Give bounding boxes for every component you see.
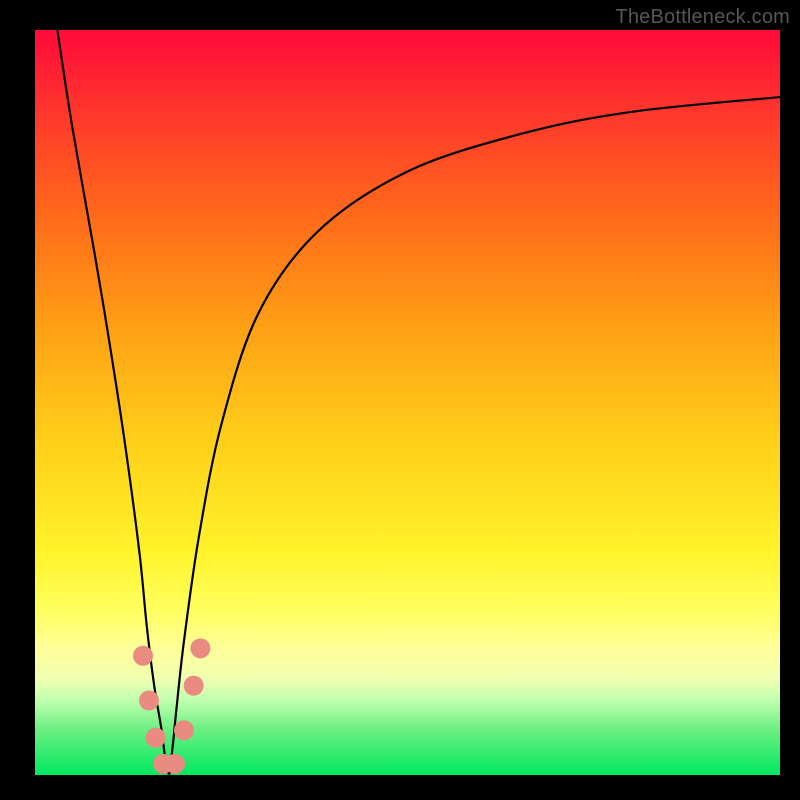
chart-frame: TheBottleneck.com bbox=[0, 0, 800, 800]
marker-dot bbox=[133, 646, 153, 666]
curve-right-branch bbox=[169, 97, 780, 775]
marker-dot bbox=[174, 720, 194, 740]
marker-dot bbox=[146, 728, 166, 748]
marker-dot bbox=[190, 638, 210, 658]
watermark-text: TheBottleneck.com bbox=[615, 6, 790, 29]
bottleneck-curve bbox=[35, 30, 780, 775]
marker-dot bbox=[139, 691, 159, 711]
curve-left-branch bbox=[57, 30, 169, 775]
marker-dot bbox=[184, 676, 204, 696]
marker-dot bbox=[165, 754, 185, 774]
plot-area bbox=[35, 30, 780, 775]
